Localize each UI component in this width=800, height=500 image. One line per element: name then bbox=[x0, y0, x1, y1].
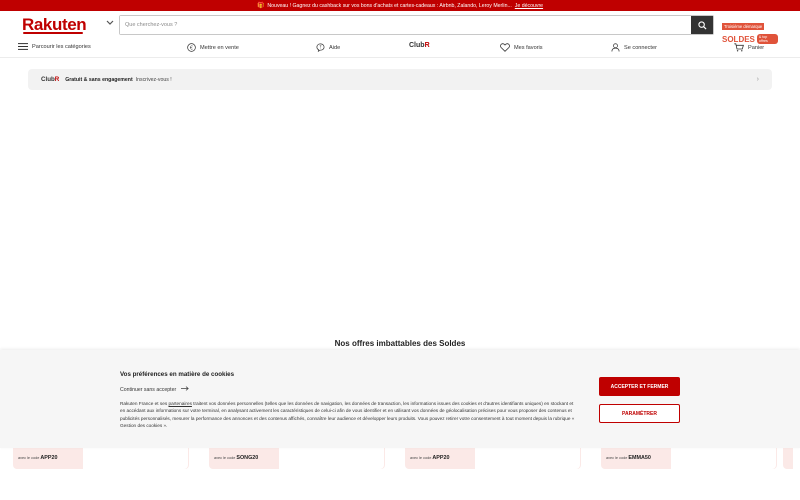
offer-code: avec le code EMMA50 bbox=[606, 455, 651, 461]
offer-code-value: SONG20 bbox=[236, 455, 259, 461]
offer-code-label: avec le code bbox=[18, 456, 40, 460]
offer-code-label: avec le code bbox=[606, 456, 628, 460]
offer-code-value: EMMA50 bbox=[628, 455, 651, 461]
nav-club-prefix: Club bbox=[409, 42, 425, 49]
offer-code: avec le code APP20 bbox=[18, 455, 57, 461]
nav-help[interactable]: ? Aide bbox=[316, 43, 340, 52]
euro-icon: € bbox=[187, 43, 196, 52]
top-banner-link[interactable]: Je découvre bbox=[515, 3, 543, 9]
menu-icon bbox=[18, 43, 28, 50]
nav-favorites-label: Mes favoris bbox=[514, 44, 543, 51]
club-banner-bold: Gratuit & sans engagement bbox=[65, 76, 133, 83]
nav-cart-label: Panier bbox=[748, 44, 765, 51]
top-banner[interactable]: 🎁 Nouveau ! Gagnez du cashback sur vos b… bbox=[0, 0, 800, 11]
gift-icon: 🎁 bbox=[256, 3, 265, 9]
user-icon bbox=[611, 43, 620, 52]
offer-code-label: avec le code bbox=[214, 456, 236, 460]
nav-categories[interactable]: Parcourir les catégories bbox=[18, 43, 91, 50]
soldes-promo[interactable]: Troisième démarque SOLDES & top offres bbox=[722, 15, 778, 44]
nav-categories-label: Parcourir les catégories bbox=[32, 43, 91, 50]
chevron-right-icon: › bbox=[756, 76, 759, 83]
help-bubble-icon: ? bbox=[316, 43, 325, 52]
continue-without-accepting[interactable]: Continuer sans accepter bbox=[120, 386, 189, 393]
offer-code: avec le code SONG20 bbox=[214, 455, 258, 461]
club-banner-text: Inscrivez-vous ! bbox=[135, 76, 172, 83]
cookie-title: Vos préférences en matière de cookies bbox=[120, 371, 235, 378]
nav-help-label: Aide bbox=[329, 44, 341, 51]
offer-code-label: avec le code bbox=[410, 456, 432, 460]
promo-line1: Troisième démarque bbox=[722, 23, 765, 30]
cookie-text-before: Rakuten France et ses bbox=[120, 401, 169, 406]
club-banner-suffix: R bbox=[54, 76, 60, 83]
search-button[interactable] bbox=[691, 16, 713, 34]
offer-code-value: APP20 bbox=[40, 455, 58, 461]
nav-favorites[interactable]: Mes favoris bbox=[500, 43, 543, 52]
header: Rakuten Troisième démarque SOLDES & top … bbox=[0, 11, 800, 44]
logo[interactable]: Rakuten bbox=[22, 15, 92, 34]
nav-club-suffix: R bbox=[424, 42, 430, 49]
club-banner[interactable]: ClubR Gratuit & sans engagement Inscrive… bbox=[28, 69, 772, 90]
offer-code-value: APP20 bbox=[432, 455, 450, 461]
search-icon bbox=[697, 20, 707, 30]
svg-text:?: ? bbox=[319, 45, 321, 50]
search-bar bbox=[119, 15, 714, 35]
logo-text: Rakuten bbox=[22, 15, 87, 34]
cart-icon bbox=[734, 43, 744, 52]
heart-icon bbox=[500, 43, 510, 52]
section-title: Nos offres imbattables des Soldes bbox=[334, 339, 466, 348]
cookie-banner: Vos préférences en matière de cookies Co… bbox=[0, 350, 800, 448]
club-banner-logo: ClubR bbox=[41, 76, 59, 83]
club-banner-prefix: Club bbox=[41, 76, 55, 83]
nav-club-logo: ClubR bbox=[409, 42, 430, 49]
continue-label: Continuer sans accepter bbox=[120, 387, 177, 393]
nav-cart[interactable]: Panier bbox=[734, 43, 764, 52]
nav-login[interactable]: Se connecter bbox=[611, 43, 657, 52]
chevron-down-icon[interactable] bbox=[101, 19, 119, 28]
accept-button[interactable]: ACCEPTER ET FERMER bbox=[599, 377, 680, 396]
cookie-text: Rakuten France et ses partenaires traite… bbox=[120, 400, 575, 429]
nav-club[interactable]: ClubR bbox=[409, 42, 430, 49]
arrow-right-icon bbox=[180, 386, 189, 391]
cookie-partners-link[interactable]: partenaires bbox=[168, 401, 191, 406]
top-banner-text: Nouveau ! Gagnez du cashback sur vos bon… bbox=[267, 2, 512, 9]
nav-sell[interactable]: € Mettre en vente bbox=[187, 43, 239, 52]
nav-bar: Parcourir les catégories € Mettre en ven… bbox=[0, 38, 800, 58]
offer-code: avec le code APP20 bbox=[410, 455, 449, 461]
nav-sell-label: Mettre en vente bbox=[200, 44, 239, 51]
nav-login-label: Se connecter bbox=[624, 44, 657, 51]
search-input[interactable] bbox=[120, 16, 691, 34]
settings-button[interactable]: PARAMÉTRER bbox=[599, 404, 680, 423]
svg-text:€: € bbox=[190, 45, 193, 51]
